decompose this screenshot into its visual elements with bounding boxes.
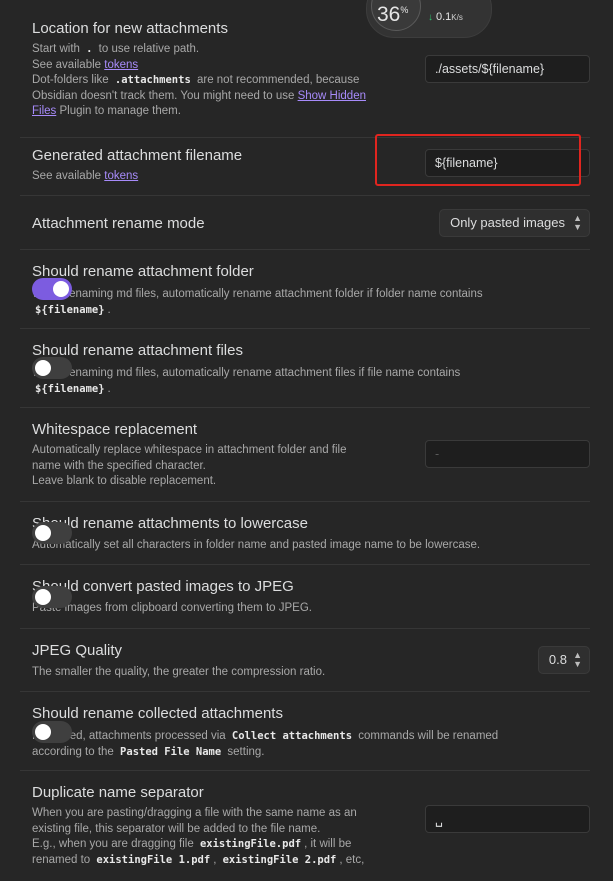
red-highlight-box <box>375 134 581 186</box>
setting-description: When renaming md files, automatically re… <box>32 288 483 316</box>
rename-files-toggle[interactable] <box>32 357 72 379</box>
setting-lowercase: Should rename attachments to lowercase A… <box>20 501 590 564</box>
toggle-knob <box>35 724 51 740</box>
setting-name: Should rename attachment folder <box>32 263 254 280</box>
setting-rename-folder: Should rename attachment folder When ren… <box>20 249 590 328</box>
setting-name: Should rename attachments to lowercase <box>32 515 308 532</box>
location-input[interactable] <box>425 55 590 83</box>
setting-description: When you are pasting/dragging a file wit… <box>32 807 365 866</box>
tokens-link[interactable]: tokens <box>104 59 138 71</box>
toggle-knob <box>35 525 51 541</box>
download-arrow-icon: ↓ <box>428 12 433 23</box>
toggle-knob <box>53 281 69 297</box>
duplicate-separator-input[interactable] <box>425 805 590 833</box>
chevron-updown-icon: ▲ ▼ <box>573 650 582 669</box>
system-monitor-widget[interactable]: 36% ↓ 0.1K/s <box>366 0 492 38</box>
show-hidden-files-link[interactable]: Show Hidden <box>298 90 366 102</box>
setting-description: The smaller the quality, the greater the… <box>32 666 326 678</box>
show-hidden-files-link-cont[interactable]: Files <box>32 105 56 117</box>
tokens-link[interactable]: tokens <box>104 170 138 182</box>
setting-name: Attachment rename mode <box>32 215 205 232</box>
setting-duplicate-separator: Duplicate name separator When you are pa… <box>20 770 590 881</box>
setting-name: Should rename collected attachments <box>32 705 283 722</box>
setting-jpeg: Should convert pasted images to JPEG Pas… <box>20 564 590 628</box>
setting-name: Should rename attachment files <box>32 342 243 359</box>
setting-rename-files: Should rename attachment files When rena… <box>20 328 590 407</box>
setting-name: Whitespace replacement <box>32 421 198 438</box>
rename-mode-dropdown[interactable]: Only pasted images ▲ ▼ <box>439 209 590 237</box>
setting-description: Automatically set all characters in fold… <box>32 539 481 551</box>
setting-description: Paste images from clipboard converting t… <box>32 602 312 614</box>
lowercase-toggle[interactable] <box>32 522 72 544</box>
setting-description: See available tokens <box>32 170 139 182</box>
setting-description: If enabled, attachments processed via Co… <box>32 730 499 758</box>
setting-whitespace: Whitespace replacement Automatically rep… <box>20 407 590 501</box>
chevron-updown-icon: ▲ ▼ <box>573 213 582 232</box>
setting-jpeg-quality: JPEG Quality The smaller the quality, th… <box>20 628 590 691</box>
setting-name: JPEG Quality <box>32 642 123 659</box>
setting-generated-filename: Generated attachment filename See availa… <box>20 134 590 195</box>
setting-name: Duplicate name separator <box>32 784 204 801</box>
rename-folder-toggle[interactable] <box>32 278 72 300</box>
collected-toggle[interactable] <box>32 721 72 743</box>
toggle-knob <box>35 589 51 605</box>
usage-percent: 36% <box>377 3 409 26</box>
setting-name: Location for new attachments <box>32 20 228 37</box>
setting-name: Generated attachment filename <box>32 147 243 164</box>
jpeg-toggle[interactable] <box>32 586 72 608</box>
setting-rename-mode: Attachment rename mode Only pasted image… <box>20 195 590 249</box>
network-speed: ↓ 0.1K/s <box>428 11 463 23</box>
settings-list: Location for new attachments Start with … <box>20 0 590 881</box>
setting-name: Should convert pasted images to JPEG <box>32 578 294 595</box>
setting-description: Automatically replace whitespace in atta… <box>32 444 347 487</box>
toggle-knob <box>35 360 51 376</box>
setting-location: Location for new attachments Start with … <box>20 0 590 137</box>
jpeg-quality-dropdown[interactable]: 0.8 ▲ ▼ <box>537 646 590 674</box>
setting-description: When renaming md files, automatically re… <box>32 367 461 395</box>
setting-collected: Should rename collected attachments If e… <box>20 691 590 770</box>
setting-description: Start with . to use relative path. See a… <box>32 43 366 117</box>
whitespace-input[interactable] <box>425 440 590 468</box>
